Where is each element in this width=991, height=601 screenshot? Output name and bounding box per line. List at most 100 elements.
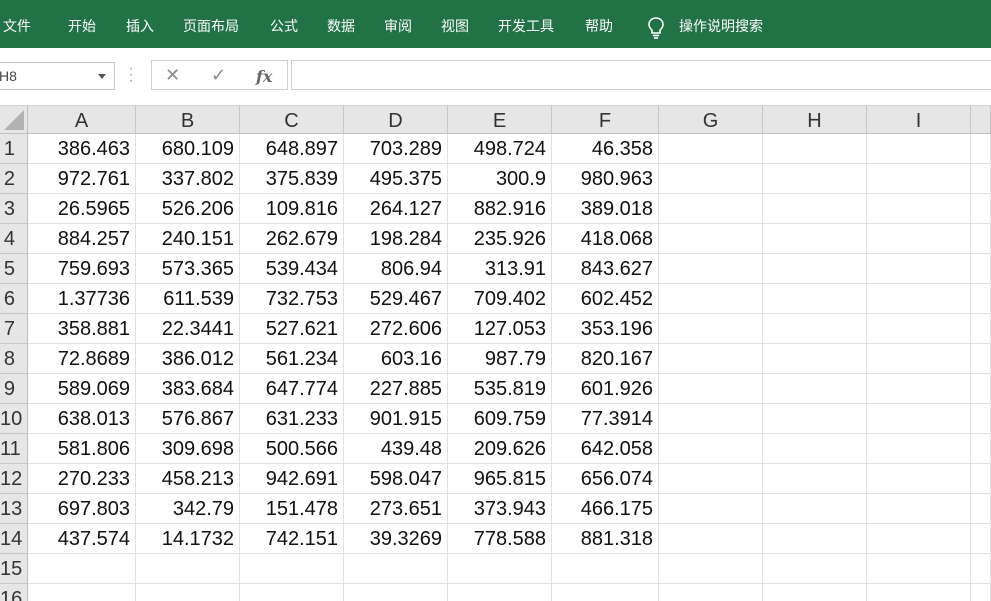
table-cell[interactable]: [763, 254, 867, 284]
row-header-12[interactable]: 12: [0, 464, 28, 494]
table-cell[interactable]: 373.943: [448, 494, 552, 524]
table-cell[interactable]: 437.574: [28, 524, 136, 554]
table-cell[interactable]: 1.37736: [28, 284, 136, 314]
lightbulb-icon[interactable]: [647, 16, 665, 40]
table-cell[interactable]: 418.068: [552, 224, 659, 254]
table-cell[interactable]: 313.91: [448, 254, 552, 284]
table-cell[interactable]: [867, 554, 971, 584]
table-cell[interactable]: [971, 434, 991, 464]
row-header-9[interactable]: 9: [0, 374, 28, 404]
table-cell[interactable]: 386.463: [28, 134, 136, 164]
column-header-a[interactable]: A: [28, 106, 136, 134]
table-cell[interactable]: 638.013: [28, 404, 136, 434]
table-cell[interactable]: 466.175: [552, 494, 659, 524]
formula-input[interactable]: [291, 60, 991, 90]
table-cell[interactable]: 22.3441: [136, 314, 240, 344]
table-cell[interactable]: 972.761: [28, 164, 136, 194]
table-cell[interactable]: 601.926: [552, 374, 659, 404]
table-cell[interactable]: [763, 524, 867, 554]
table-cell[interactable]: 209.626: [448, 434, 552, 464]
table-cell[interactable]: [659, 404, 763, 434]
table-cell[interactable]: [763, 584, 867, 601]
table-cell[interactable]: 820.167: [552, 344, 659, 374]
table-cell[interactable]: 942.691: [240, 464, 344, 494]
table-cell[interactable]: [763, 494, 867, 524]
table-cell[interactable]: 272.606: [344, 314, 448, 344]
table-cell[interactable]: [448, 584, 552, 601]
column-header-e[interactable]: E: [448, 106, 552, 134]
row-header-13[interactable]: 13: [0, 494, 28, 524]
table-cell[interactable]: [971, 404, 991, 434]
table-cell[interactable]: 987.79: [448, 344, 552, 374]
table-cell[interactable]: 342.79: [136, 494, 240, 524]
table-cell[interactable]: 581.806: [28, 434, 136, 464]
table-cell[interactable]: [867, 284, 971, 314]
table-cell[interactable]: 72.8689: [28, 344, 136, 374]
row-header-7[interactable]: 7: [0, 314, 28, 344]
tab-insert[interactable]: 插入: [126, 0, 154, 48]
column-header-h[interactable]: H: [763, 106, 867, 134]
table-cell[interactable]: [971, 224, 991, 254]
table-cell[interactable]: [867, 164, 971, 194]
table-cell[interactable]: [659, 314, 763, 344]
column-header-d[interactable]: D: [344, 106, 448, 134]
table-cell[interactable]: 46.358: [552, 134, 659, 164]
table-cell[interactable]: 732.753: [240, 284, 344, 314]
drag-handle-icon[interactable]: · · ·: [129, 63, 133, 87]
table-cell[interactable]: 198.284: [344, 224, 448, 254]
table-cell[interactable]: [763, 554, 867, 584]
table-cell[interactable]: [867, 194, 971, 224]
table-cell[interactable]: 631.233: [240, 404, 344, 434]
table-cell[interactable]: [971, 284, 991, 314]
table-cell[interactable]: 843.627: [552, 254, 659, 284]
table-cell[interactable]: 358.881: [28, 314, 136, 344]
table-cell[interactable]: [28, 584, 136, 601]
column-header-i[interactable]: I: [867, 106, 971, 134]
table-cell[interactable]: 882.916: [448, 194, 552, 224]
table-cell[interactable]: [659, 194, 763, 224]
table-cell[interactable]: 526.206: [136, 194, 240, 224]
table-cell[interactable]: [659, 554, 763, 584]
table-cell[interactable]: 389.018: [552, 194, 659, 224]
table-cell[interactable]: [136, 584, 240, 601]
table-cell[interactable]: 39.3269: [344, 524, 448, 554]
insert-function-icon[interactable]: fx: [256, 67, 272, 86]
column-header-partial[interactable]: [971, 106, 991, 134]
table-cell[interactable]: [344, 584, 448, 601]
table-cell[interactable]: 14.1732: [136, 524, 240, 554]
tell-me-search[interactable]: 操作说明搜索: [679, 0, 763, 48]
table-cell[interactable]: 109.816: [240, 194, 344, 224]
table-cell[interactable]: [867, 224, 971, 254]
table-cell[interactable]: [867, 314, 971, 344]
row-header-6[interactable]: 6: [0, 284, 28, 314]
table-cell[interactable]: [659, 344, 763, 374]
table-cell[interactable]: 240.151: [136, 224, 240, 254]
row-header-8[interactable]: 8: [0, 344, 28, 374]
table-cell[interactable]: [763, 374, 867, 404]
table-cell[interactable]: 611.539: [136, 284, 240, 314]
table-cell[interactable]: 602.452: [552, 284, 659, 314]
table-cell[interactable]: 609.759: [448, 404, 552, 434]
table-cell[interactable]: [971, 164, 991, 194]
table-cell[interactable]: [971, 584, 991, 601]
row-header-3[interactable]: 3: [0, 194, 28, 224]
table-cell[interactable]: [867, 404, 971, 434]
table-cell[interactable]: [867, 344, 971, 374]
table-cell[interactable]: 759.693: [28, 254, 136, 284]
table-cell[interactable]: [971, 314, 991, 344]
table-cell[interactable]: 806.94: [344, 254, 448, 284]
table-cell[interactable]: [971, 554, 991, 584]
row-header-11[interactable]: 11: [0, 434, 28, 464]
row-header-1[interactable]: 1: [0, 134, 28, 164]
tab-file[interactable]: 文件: [3, 0, 31, 48]
row-header-15[interactable]: 15: [0, 554, 28, 584]
name-box[interactable]: H8: [0, 62, 115, 90]
table-cell[interactable]: 703.289: [344, 134, 448, 164]
table-cell[interactable]: [971, 374, 991, 404]
table-cell[interactable]: [659, 584, 763, 601]
tab-review[interactable]: 审阅: [384, 0, 412, 48]
table-cell[interactable]: 778.588: [448, 524, 552, 554]
table-cell[interactable]: 573.365: [136, 254, 240, 284]
table-cell[interactable]: [344, 554, 448, 584]
table-cell[interactable]: [867, 134, 971, 164]
